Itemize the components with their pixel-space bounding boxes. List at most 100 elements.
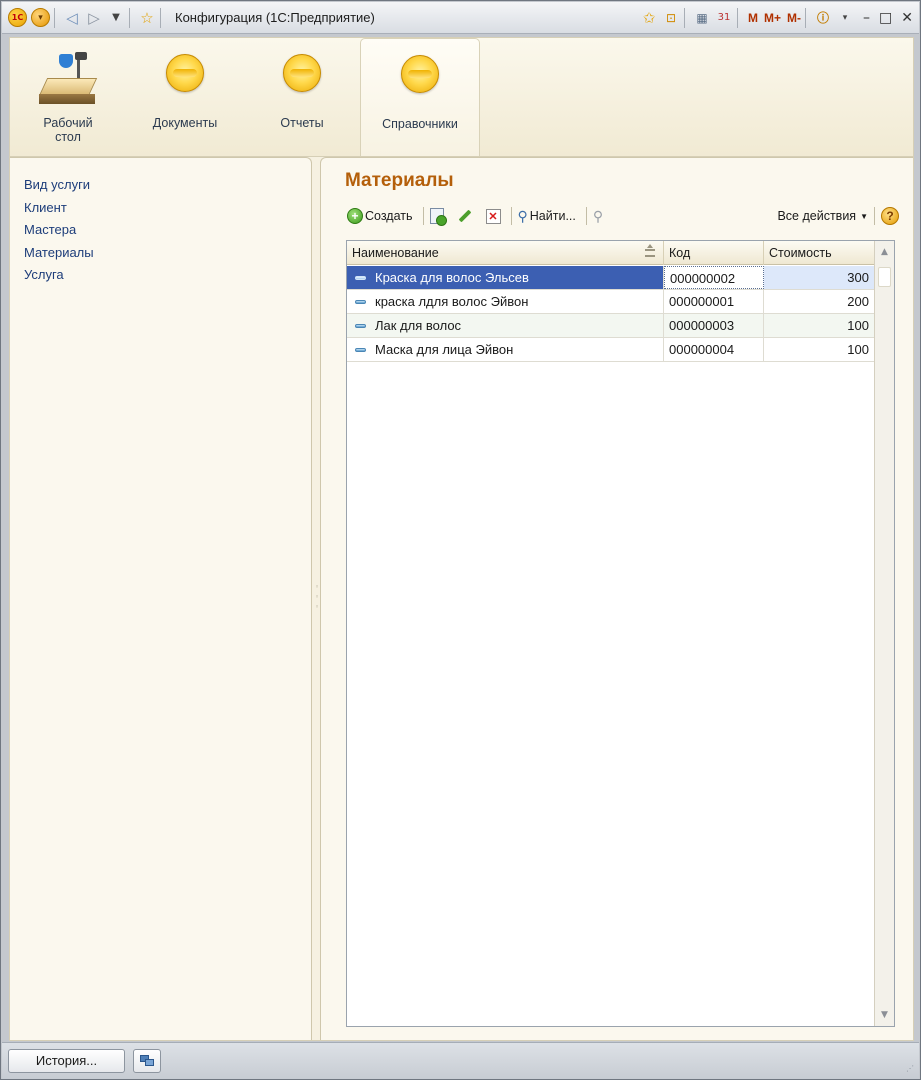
separator [160,7,161,28]
item-icon [355,275,366,280]
section-orb-icon [401,55,439,93]
title-toolbar: ✩ ⊡ ▦ 31 M M+ M- ⓘ ▾ – □ ✕ [636,7,913,29]
status-bar: История... ⋰ [2,1042,919,1079]
form-toolbar: + Создать ✕ ⚲ Найти... ⚲ Все действия ▼ … [347,204,899,228]
table-row[interactable]: Краска для волос Эльсев 000000002 300 [347,266,874,290]
section-orb-icon [166,54,204,92]
column-header-cost[interactable]: Стоимость [764,241,874,265]
resize-grip-icon[interactable]: ⋰ [906,1065,916,1076]
main-area: Вид услуги Клиент Мастера Материалы Услу… [9,156,914,1041]
section-label: Документы [152,116,218,130]
separator [510,207,512,225]
column-header-name[interactable]: Наименование [347,241,664,265]
separator [874,207,875,225]
section-label: Отчеты [280,116,324,130]
create-button-label: Создать [365,209,413,223]
copy-button[interactable] [429,208,447,226]
scroll-down-icon[interactable]: ▼ [875,1004,894,1026]
windows-list-button[interactable] [133,1049,161,1073]
find-button[interactable]: ⚲ Найти... [518,208,576,225]
table-body: Краска для волос Эльсев 000000002 300 кр… [347,266,874,362]
navigation-panel: Вид услуги Клиент Мастера Материалы Услу… [10,157,312,1040]
cell-name: краска лдля волос Эйвон [347,290,664,313]
item-icon [355,347,366,352]
separator [129,7,130,28]
separator [585,207,587,225]
scroll-up-icon[interactable]: ▲ [875,241,894,263]
form-title: Материалы [345,170,454,191]
delete-icon: ✕ [485,208,501,224]
navigation-list: Вид услуги Клиент Мастера Материалы Услу… [10,158,311,287]
materials-table[interactable]: Наименование Код Стоимость Краска для во… [346,240,895,1027]
vertical-scrollbar[interactable]: ▲ ▼ [874,241,894,1026]
memory-plus-button[interactable]: M+ [764,11,781,25]
cell-cost: 100 [847,318,869,333]
favorites-star-icon[interactable]: ☆ [138,7,156,29]
pencil-icon [458,209,471,223]
sections-panel: Рабочий стол Документы Отчеты Справочник… [9,37,914,158]
copy-icon [429,208,447,226]
info-dropdown-icon[interactable]: ▾ [836,7,854,29]
column-header-code[interactable]: Код [664,241,764,265]
maximize-icon[interactable]: □ [879,10,892,26]
separator [422,207,424,225]
calendar-icon[interactable]: 31 [715,7,733,29]
section-label: Рабочий стол [43,116,93,144]
memory-m-button[interactable]: M [748,11,758,25]
sort-icon [645,244,655,257]
scroll-thumb[interactable] [878,267,891,287]
cell-name: Краска для волос Эльсев [347,266,664,289]
table-row[interactable]: Лак для волос 000000003 100 [347,314,874,338]
separator [805,7,807,28]
forward-arrow-icon[interactable]: ▷ [85,7,103,29]
main-menu-icon[interactable]: ▾ [31,8,50,27]
cell-cost: 300 [764,266,874,289]
app-window: 1С ▾ ◁ ▷ ▼ ☆ Конфигурация (1С:Предприяти… [0,0,921,1080]
nav-item-service[interactable]: Услуга [24,264,311,287]
section-documents[interactable]: Документы [140,38,230,158]
section-desktop[interactable]: Рабочий стол [32,38,104,158]
windows-icon [139,1055,155,1067]
item-icon [355,323,366,328]
memory-minus-button[interactable]: M- [787,11,801,25]
nav-item-masters[interactable]: Мастера [24,219,311,242]
nav-item-service-type[interactable]: Вид услуги [24,174,311,197]
minimize-icon[interactable]: – [863,10,870,26]
table-row[interactable]: Маска для лица Эйвон 000000004 100 [347,338,874,362]
separator [684,7,686,28]
all-actions-label: Все действия [777,209,857,223]
edit-button[interactable] [458,209,472,223]
cell-code: 000000003 [664,314,764,337]
cancel-search-button[interactable]: ⚲ [593,208,603,225]
chevron-down-icon: ▼ [860,211,868,221]
cell-name-text: Маска для лица Эйвон [375,342,514,357]
history-button[interactable]: История... [8,1049,125,1073]
section-catalogs[interactable]: Справочники [360,38,480,158]
nav-item-client[interactable]: Клиент [24,197,311,220]
separator [737,7,739,28]
cell-name-text: краска лдля волос Эйвон [375,294,529,309]
cell-cost: 200 [847,294,869,309]
add-favorite-icon[interactable]: ✩ [640,7,658,29]
1c-logo-icon[interactable]: 1С [8,8,27,27]
calculator-icon[interactable]: ▦ [693,7,711,29]
close-icon[interactable]: ✕ [901,10,913,26]
table-row[interactable]: краска лдля волос Эйвон 000000001 200 [347,290,874,314]
delete-button[interactable]: ✕ [485,208,501,224]
create-button[interactable]: + Создать [347,208,413,224]
help-icon[interactable]: ? [881,207,899,225]
history-dropdown-icon[interactable]: ▼ [107,7,125,29]
nav-item-materials[interactable]: Материалы [24,242,311,265]
info-icon[interactable]: ⓘ [814,7,832,29]
cell-code: 000000004 [664,338,764,361]
bookmarks-icon[interactable]: ⊡ [662,7,680,29]
section-reports[interactable]: Отчеты [272,38,332,158]
all-actions-button[interactable]: Все действия ▼ [777,209,868,223]
back-arrow-icon[interactable]: ◁ [63,7,81,29]
cell-code: 000000001 [664,290,764,313]
cell-cost: 100 [847,342,869,357]
cell-name: Маска для лица Эйвон [347,338,664,361]
panel-splitter[interactable]: ◦ ◦ ◦ [315,582,319,612]
table-header: Наименование Код Стоимость [347,241,874,265]
cell-name-text: Краска для волос Эльсев [375,270,529,285]
